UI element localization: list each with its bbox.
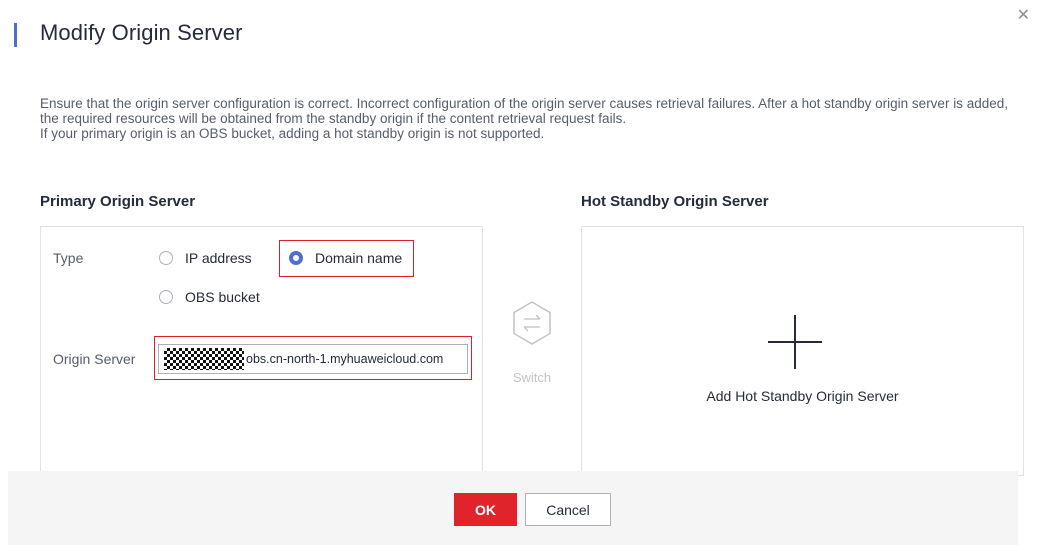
origin-server-value: obs.cn-north-1.myhuaweicloud.com [246, 352, 444, 366]
plus-icon [768, 315, 822, 369]
description-line: If your primary origin is an OBS bucket,… [40, 126, 545, 141]
radio-checked-icon [289, 251, 303, 265]
primary-origin-panel: Type IP address Domain name OBS bucket O… [40, 226, 483, 476]
primary-section-title: Primary Origin Server [40, 193, 196, 210]
add-standby-label: Add Hot Standby Origin Server [706, 388, 899, 404]
switch-arrows-icon [513, 301, 551, 345]
standby-section-title: Hot Standby Origin Server [581, 193, 769, 210]
description-line: Ensure that the origin server configurat… [40, 96, 1008, 126]
radio-circle-icon [159, 290, 173, 304]
switch-button[interactable]: Switch [502, 300, 562, 385]
ok-button[interactable]: OK [454, 493, 517, 526]
radio-circle-icon [159, 251, 173, 265]
switch-label: Switch [512, 370, 552, 385]
type-label: Type [53, 250, 84, 266]
dialog-footer: OK Cancel [8, 471, 1018, 545]
cancel-button[interactable]: Cancel [525, 493, 611, 526]
add-standby-panel[interactable]: Add Hot Standby Origin Server [581, 226, 1024, 476]
radio-label: Domain name [315, 250, 403, 266]
radio-obs-bucket[interactable]: OBS bucket [159, 289, 260, 305]
origin-server-input[interactable]: obs.cn-north-1.myhuaweicloud.com [158, 344, 468, 374]
close-icon[interactable]: ✕ [1017, 8, 1030, 24]
radio-label: IP address [185, 250, 252, 266]
radio-ip-address[interactable]: IP address [159, 250, 252, 266]
dialog-title: Modify Origin Server [40, 20, 243, 45]
description: Ensure that the origin server configurat… [40, 96, 1020, 141]
redacted-prefix [164, 348, 244, 370]
radio-label: OBS bucket [185, 289, 260, 305]
origin-server-label: Origin Server [53, 351, 136, 367]
radio-domain-name[interactable]: Domain name [289, 250, 402, 266]
modify-origin-dialog: Modify Origin Server ✕ Ensure that the o… [0, 0, 1048, 545]
title-accent-bar [14, 23, 17, 47]
